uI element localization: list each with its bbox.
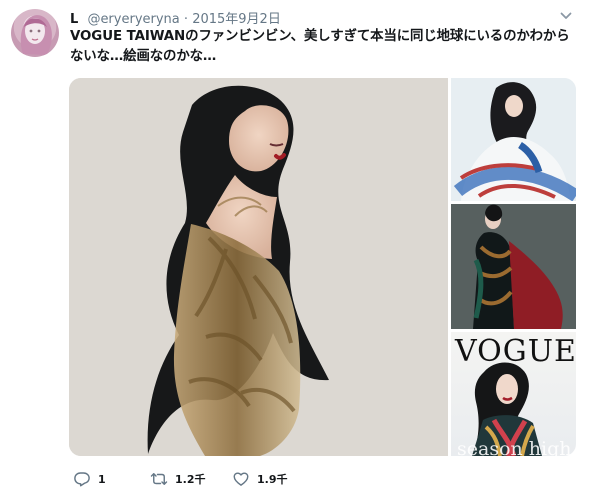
tweet-text: VOGUE TAIWANのファンビンビン、美しすぎて本当に同じ地球にいるのかわか… [70, 29, 570, 64]
retweet-count: 1.2千 [175, 473, 206, 486]
retweet-icon [150, 473, 168, 485]
vogue-cover-thumbnail[interactable]: VOGUE season high [451, 332, 576, 456]
timestamp-separator: · [183, 12, 189, 27]
tweet-date[interactable]: 2015年9月2日 [192, 12, 281, 27]
reply-button[interactable]: 1 [73, 470, 106, 488]
main-photo[interactable] [69, 78, 448, 456]
photo-thumbnail-1[interactable] [451, 78, 576, 201]
tweet-card: L @eryeryeryna · 2015年9月2日 VOGUE TAIWANの… [0, 0, 589, 496]
photo-grid[interactable]: VOGUE season high [69, 78, 576, 456]
reply-icon [74, 472, 90, 487]
chevron-down-icon[interactable] [558, 8, 574, 24]
reply-count: 1 [98, 472, 106, 486]
retweet-button[interactable]: 1.2千 [150, 470, 206, 488]
heart-icon [233, 472, 249, 486]
handle[interactable]: @eryeryeryna [87, 12, 179, 27]
like-count: 1.9千 [257, 473, 288, 486]
tweet-header: L @eryeryeryna · 2015年9月2日 [70, 8, 281, 27]
avatar[interactable] [11, 9, 59, 57]
photo-thumbnail-2[interactable] [451, 204, 576, 329]
cover-season-text: season high [457, 438, 572, 457]
vogue-cover-title: VOGUE [455, 334, 576, 369]
like-button[interactable]: 1.9千 [232, 470, 288, 488]
display-name[interactable]: L [70, 12, 78, 27]
